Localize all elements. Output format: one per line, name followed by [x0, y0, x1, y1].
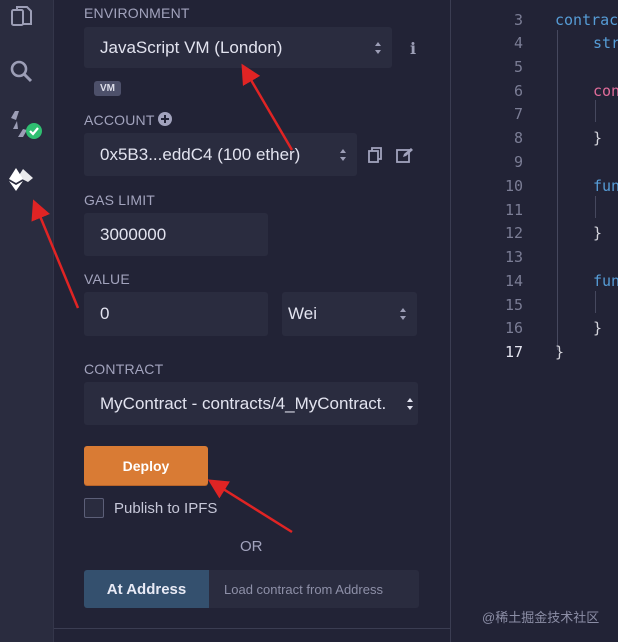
line-number: 8 — [513, 129, 523, 147]
line-number: 10 — [504, 177, 523, 195]
code-line-16: } — [593, 319, 603, 337]
line-number: 6 — [513, 82, 523, 100]
or-label: OR — [240, 538, 263, 555]
line-number: 5 — [513, 58, 523, 76]
account-select[interactable]: 0x5B3...eddC4 (100 ether) — [84, 133, 357, 176]
plus-circle-icon[interactable] — [158, 112, 172, 126]
line-number: 9 — [513, 153, 523, 171]
environment-select[interactable]: JavaScript VM (London) — [84, 27, 392, 68]
gas-limit-input[interactable]: 3000000 — [84, 213, 268, 256]
indent-guide — [595, 291, 596, 313]
publish-ipfs-checkbox[interactable] — [84, 498, 104, 518]
deploy-run-panel: ENVIRONMENT JavaScript VM (London) i VM … — [54, 0, 451, 642]
line-number: 16 — [504, 319, 523, 337]
line-number: 3 — [513, 11, 523, 29]
select-arrows-icon — [407, 397, 413, 410]
code-line-6: con — [593, 82, 618, 100]
code-line-12: } — [593, 224, 603, 242]
deploy-run-icon[interactable] — [6, 164, 36, 194]
deploy-button[interactable]: Deploy — [84, 446, 208, 485]
value-unit: Wei — [288, 304, 317, 323]
line-number: 12 — [504, 224, 523, 242]
contract-label: CONTRACT — [84, 361, 164, 377]
select-arrows-icon — [375, 41, 381, 54]
code-line-10: fun — [593, 177, 618, 195]
code-line-3: contrac — [555, 11, 618, 29]
at-address-button[interactable]: At Address — [84, 570, 209, 608]
current-line-number: 17 — [504, 343, 523, 361]
contract-value: MyContract - contracts/4_MyContract. — [100, 393, 387, 413]
environment-label: ENVIRONMENT — [84, 5, 190, 21]
vm-badge: VM — [94, 81, 121, 96]
environment-value: JavaScript VM (London) — [100, 37, 283, 57]
divider — [54, 628, 450, 629]
account-value: 0x5B3...eddC4 (100 ether) — [100, 144, 301, 164]
line-number: 7 — [513, 105, 523, 123]
code-line-8: } — [593, 129, 603, 147]
line-number: 15 — [504, 296, 523, 314]
edit-icon[interactable] — [396, 147, 414, 163]
code-line-4: str — [593, 34, 618, 52]
line-number: 11 — [504, 201, 523, 219]
code-line-14: fun — [593, 272, 618, 290]
value-label: VALUE — [84, 271, 130, 287]
value-input[interactable]: 0 — [84, 292, 268, 336]
contract-select[interactable]: MyContract - contracts/4_MyContract. — [84, 382, 418, 425]
icon-panel — [0, 0, 54, 642]
select-arrows-icon — [400, 308, 406, 320]
indent-guide — [557, 30, 558, 350]
indent-guide — [595, 196, 596, 218]
search-icon[interactable] — [6, 56, 36, 86]
solidity-compiler-icon[interactable] — [6, 110, 46, 140]
indent-guide — [595, 100, 596, 122]
select-arrows-icon — [340, 148, 346, 161]
line-number: 4 — [513, 34, 523, 52]
account-label: ACCOUNT — [84, 112, 155, 128]
gas-limit-label: GAS LIMIT — [84, 192, 156, 208]
value-unit-select[interactable]: Wei — [282, 292, 417, 336]
at-address-input[interactable]: Load contract from Address — [209, 570, 419, 608]
line-number: 14 — [504, 272, 523, 290]
code-line-17: } — [555, 343, 565, 361]
publish-ipfs-label: Publish to IPFS — [114, 500, 218, 517]
file-explorer-icon[interactable] — [6, 2, 36, 32]
code-editor[interactable]: 3 4 5 6 7 8 9 10 11 12 13 14 15 16 17 co… — [451, 0, 618, 642]
copy-icon[interactable] — [368, 147, 382, 163]
info-icon[interactable]: i — [410, 39, 416, 58]
line-number: 13 — [504, 248, 523, 266]
watermark: @稀土掘金技术社区 — [482, 610, 600, 625]
